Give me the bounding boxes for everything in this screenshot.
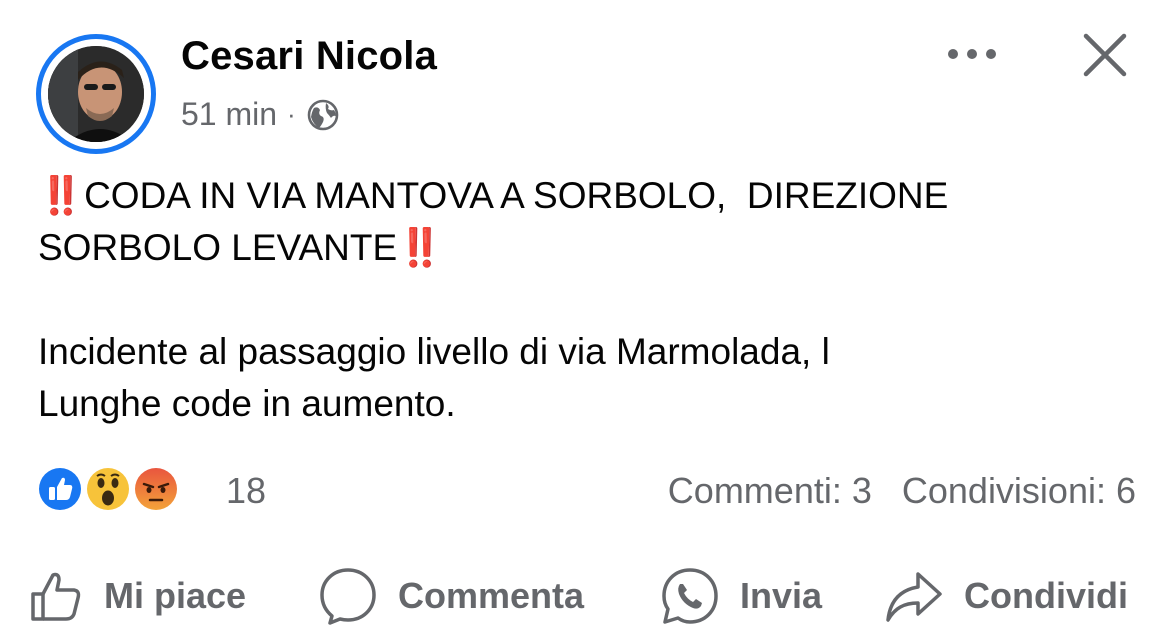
double-exclamation-emoji: ‼️ (38, 175, 85, 216)
body-line-1: Incidente al passaggio livello di via Ma… (38, 331, 830, 372)
like-button-label: Mi piace (104, 575, 247, 616)
comment-bubble-icon (320, 568, 376, 625)
globe-icon[interactable] (306, 98, 340, 132)
post-time[interactable]: 51 min (181, 96, 277, 133)
avatar[interactable] (36, 34, 156, 154)
close-icon (1083, 33, 1127, 77)
angry-reaction-icon[interactable] (132, 465, 180, 513)
like-reaction-icon[interactable] (36, 465, 84, 513)
person-portrait-icon (48, 46, 144, 142)
comment-button-label: Commenta (398, 575, 585, 616)
meta-separator: · (287, 99, 296, 129)
share-button-label: Condividi (964, 575, 1128, 616)
post-text: ‼️CODA IN VIA MANTOVA A SORBOLO, DIREZIO… (38, 170, 1138, 430)
share-button[interactable]: Condividi (884, 566, 1128, 626)
action-bar: Mi piace Commenta Invia Condividi (28, 566, 1143, 626)
comment-button[interactable]: Commenta (318, 566, 584, 626)
headline-line-1: CODA IN VIA MANTOVA A SORBOLO, DIREZIONE (84, 175, 949, 216)
headline-line-2: SORBOLO LEVANTE (38, 227, 398, 268)
send-button[interactable]: Invia (660, 566, 822, 626)
double-exclamation-emoji: ‼️ (397, 227, 444, 268)
reactions-summary: 18 Commenti: 3 Condivisioni: 6 (36, 465, 1136, 515)
close-button[interactable] (1078, 28, 1132, 82)
ellipsis-icon (948, 49, 996, 59)
post-meta: 51 min · (181, 96, 340, 133)
engagement-stats: Commenti: 3 Condivisioni: 6 (668, 470, 1136, 512)
body-line-2: Lunghe code in aumento. (38, 383, 456, 424)
thumbs-up-icon (31, 572, 81, 621)
send-button-label: Invia (740, 575, 823, 616)
share-arrow-icon (886, 572, 942, 622)
profile-photo (48, 46, 144, 142)
shares-count[interactable]: Condivisioni: 6 (902, 470, 1136, 512)
wow-reaction-icon[interactable] (84, 465, 132, 513)
comments-count[interactable]: Commenti: 3 (668, 470, 872, 512)
whatsapp-icon (662, 568, 718, 624)
like-button[interactable]: Mi piace (28, 566, 246, 626)
more-options-button[interactable] (943, 32, 1001, 76)
reaction-count[interactable]: 18 (226, 470, 266, 512)
author-name[interactable]: Cesari Nicola (181, 34, 437, 79)
